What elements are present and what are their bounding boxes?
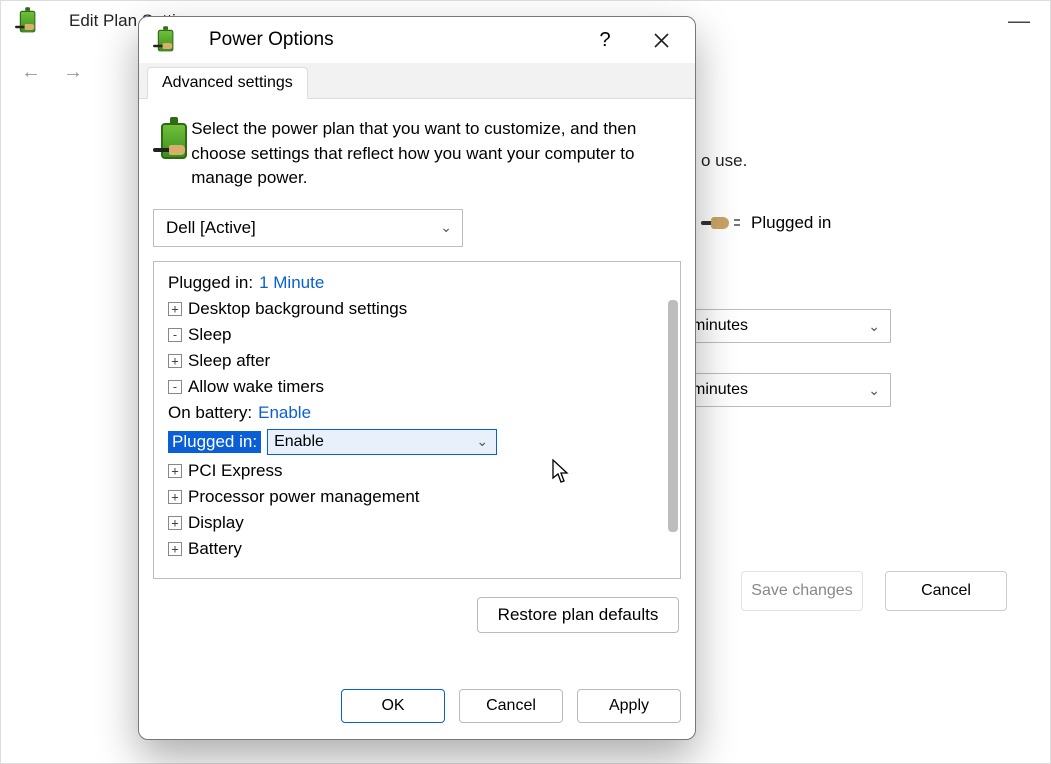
tree-row-plugged-in-minute[interactable]: Plugged in: 1 Minute: [158, 270, 676, 296]
settings-tree[interactable]: Plugged in: 1 Minute + Desktop backgroun…: [153, 261, 681, 579]
restore-defaults-button[interactable]: Restore plan defaults: [477, 597, 679, 633]
dropdown-value: minutes: [692, 381, 748, 399]
tree-label: Battery: [188, 539, 242, 559]
tree-label: Plugged in:: [168, 273, 253, 293]
dropdown-value: minutes: [692, 317, 748, 335]
power-options-icon: [15, 7, 43, 35]
tree-label: PCI Express: [188, 461, 282, 481]
intro-text: Select the power plan that you want to c…: [191, 117, 681, 191]
expand-icon[interactable]: +: [168, 302, 182, 316]
expand-icon[interactable]: +: [168, 464, 182, 478]
scrollbar-thumb[interactable]: [668, 300, 678, 532]
tree-row-pci[interactable]: + PCI Express: [158, 458, 676, 484]
collapse-icon[interactable]: -: [168, 328, 182, 342]
collapse-icon[interactable]: -: [168, 380, 182, 394]
tree-label: Desktop background settings: [188, 299, 407, 319]
tree-row-battery[interactable]: + Battery: [158, 536, 676, 562]
tree-row-plugged-in-selected[interactable]: Plugged in: Enable ⌄: [158, 426, 676, 458]
tree-row-wake-timers[interactable]: - Allow wake timers: [158, 374, 676, 400]
power-options-icon: [153, 26, 181, 54]
tree-label: Processor power management: [188, 487, 420, 507]
nav-forward-icon[interactable]: →: [63, 61, 83, 84]
dialog-button-row: OK Cancel Apply: [139, 659, 695, 739]
dialog-title: Power Options: [209, 29, 334, 51]
tree-label-selected: Plugged in:: [168, 431, 261, 453]
ok-button[interactable]: OK: [341, 689, 445, 723]
tab-strip: Advanced settings: [139, 63, 695, 99]
power-options-dialog: Power Options ? Advanced settings Select…: [138, 16, 696, 740]
tree-row-sleep[interactable]: - Sleep: [158, 322, 676, 348]
chevron-down-icon: ⌄: [440, 219, 452, 236]
tree-row-on-battery[interactable]: On battery: Enable: [158, 400, 676, 426]
help-button[interactable]: ?: [577, 21, 633, 59]
power-plan-select[interactable]: Dell [Active] ⌄: [153, 209, 463, 247]
wake-timers-plugged-in-select[interactable]: Enable ⌄: [267, 429, 497, 455]
tree-label: Sleep: [188, 325, 231, 345]
tab-advanced-settings[interactable]: Advanced settings: [147, 67, 308, 99]
close-button[interactable]: [633, 21, 689, 59]
close-icon: [654, 33, 669, 48]
power-plan-icon: [153, 117, 175, 163]
sleep-dropdown-2[interactable]: minutes ⌄: [681, 373, 891, 407]
nav-back-icon[interactable]: ←: [21, 61, 41, 84]
plug-icon: [701, 211, 735, 235]
chevron-down-icon: ⌄: [868, 382, 880, 399]
back-cancel-button[interactable]: Cancel: [885, 571, 1007, 611]
tree-row-proc[interactable]: + Processor power management: [158, 484, 676, 510]
expand-icon[interactable]: +: [168, 516, 182, 530]
cancel-button[interactable]: Cancel: [459, 689, 563, 723]
expand-icon[interactable]: +: [168, 354, 182, 368]
tree-row-desktop-bg[interactable]: + Desktop background settings: [158, 296, 676, 322]
sleep-dropdown-1[interactable]: minutes ⌄: [681, 309, 891, 343]
chevron-down-icon: ⌄: [868, 318, 880, 335]
select-value: Enable: [274, 433, 324, 451]
save-changes-button[interactable]: Save changes: [741, 571, 863, 611]
expand-icon[interactable]: +: [168, 490, 182, 504]
plugged-in-label: Plugged in: [751, 213, 831, 233]
tree-label: Allow wake timers: [188, 377, 324, 397]
expand-icon[interactable]: +: [168, 542, 182, 556]
tree-label: Display: [188, 513, 244, 533]
instruction-fragment: o use.: [701, 151, 1010, 171]
dialog-titlebar: Power Options ?: [139, 17, 695, 63]
tree-label: On battery:: [168, 403, 252, 423]
apply-button[interactable]: Apply: [577, 689, 681, 723]
minimize-button[interactable]: —: [1008, 8, 1030, 34]
tree-value: Enable: [258, 403, 311, 423]
tree-label: Sleep after: [188, 351, 270, 371]
tree-row-sleep-after[interactable]: + Sleep after: [158, 348, 676, 374]
plan-select-value: Dell [Active]: [166, 218, 256, 238]
chevron-down-icon: ⌄: [476, 433, 488, 450]
tree-value: 1 Minute: [259, 273, 324, 293]
tree-row-display[interactable]: + Display: [158, 510, 676, 536]
